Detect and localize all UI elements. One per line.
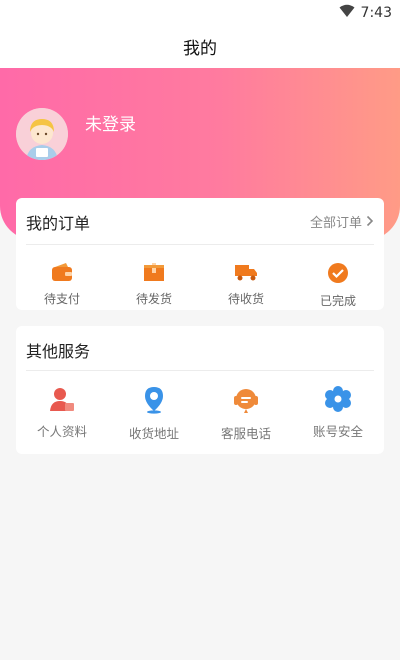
service-label: 客服电话 [220,426,271,441]
login-status[interactable]: 未登录 [85,110,136,135]
orders-header: 我的订单 全部订单 [16,198,384,244]
status-bar: 7:43 [0,0,400,24]
headset-icon [233,386,259,418]
services-title: 其他服务 [26,342,91,361]
services-row: 个人资料 收货地址 客服电话 账号安全 [16,386,384,442]
service-address[interactable]: 收货地址 [108,386,200,442]
person-icon [49,386,75,416]
location-pin-icon [143,386,165,418]
order-status-label: 已完成 [319,294,356,308]
orders-title: 我的订单 [26,214,91,233]
chevron-right-icon [366,212,374,231]
page-title: 我的 [183,38,217,59]
order-pending-payment[interactable]: 待支付 [16,262,108,309]
gear-icon [325,386,351,416]
divider [26,370,374,371]
order-status-label: 待发货 [135,292,172,306]
order-status-label: 待收货 [227,292,264,306]
avatar[interactable] [16,108,68,160]
avatar-illustration [16,108,68,160]
truck-icon [234,262,258,286]
order-completed[interactable]: 已完成 [292,262,384,309]
wallet-icon [51,262,73,286]
order-status-row: 待支付 待发货 待收货 已完成 [16,262,384,309]
order-status-label: 待支付 [43,292,80,306]
divider [26,244,374,245]
view-all-orders-link[interactable]: 全部订单 [310,212,374,231]
service-label: 个人资料 [36,424,87,439]
package-icon [143,262,165,286]
service-account-security[interactable]: 账号安全 [292,386,384,442]
orders-card: 我的订单 全部订单 待支付 待发货 待收货 已完成 [16,198,384,310]
service-hotline[interactable]: 客服电话 [200,386,292,442]
order-pending-receipt[interactable]: 待收货 [200,262,292,309]
order-pending-shipment[interactable]: 待发货 [108,262,200,309]
view-all-label: 全部订单 [309,216,362,231]
check-circle-icon [327,262,349,288]
services-card: 其他服务 个人资料 收货地址 客服电话 账号安全 [16,326,384,454]
wifi-icon [339,3,355,22]
service-label: 收货地址 [128,426,179,441]
service-profile[interactable]: 个人资料 [16,386,108,442]
status-time: 7:43 [360,4,392,21]
service-label: 账号安全 [312,424,363,439]
status-right: 7:43 [339,3,392,22]
services-header: 其他服务 [16,326,384,372]
title-bar: 我的 [0,24,400,68]
